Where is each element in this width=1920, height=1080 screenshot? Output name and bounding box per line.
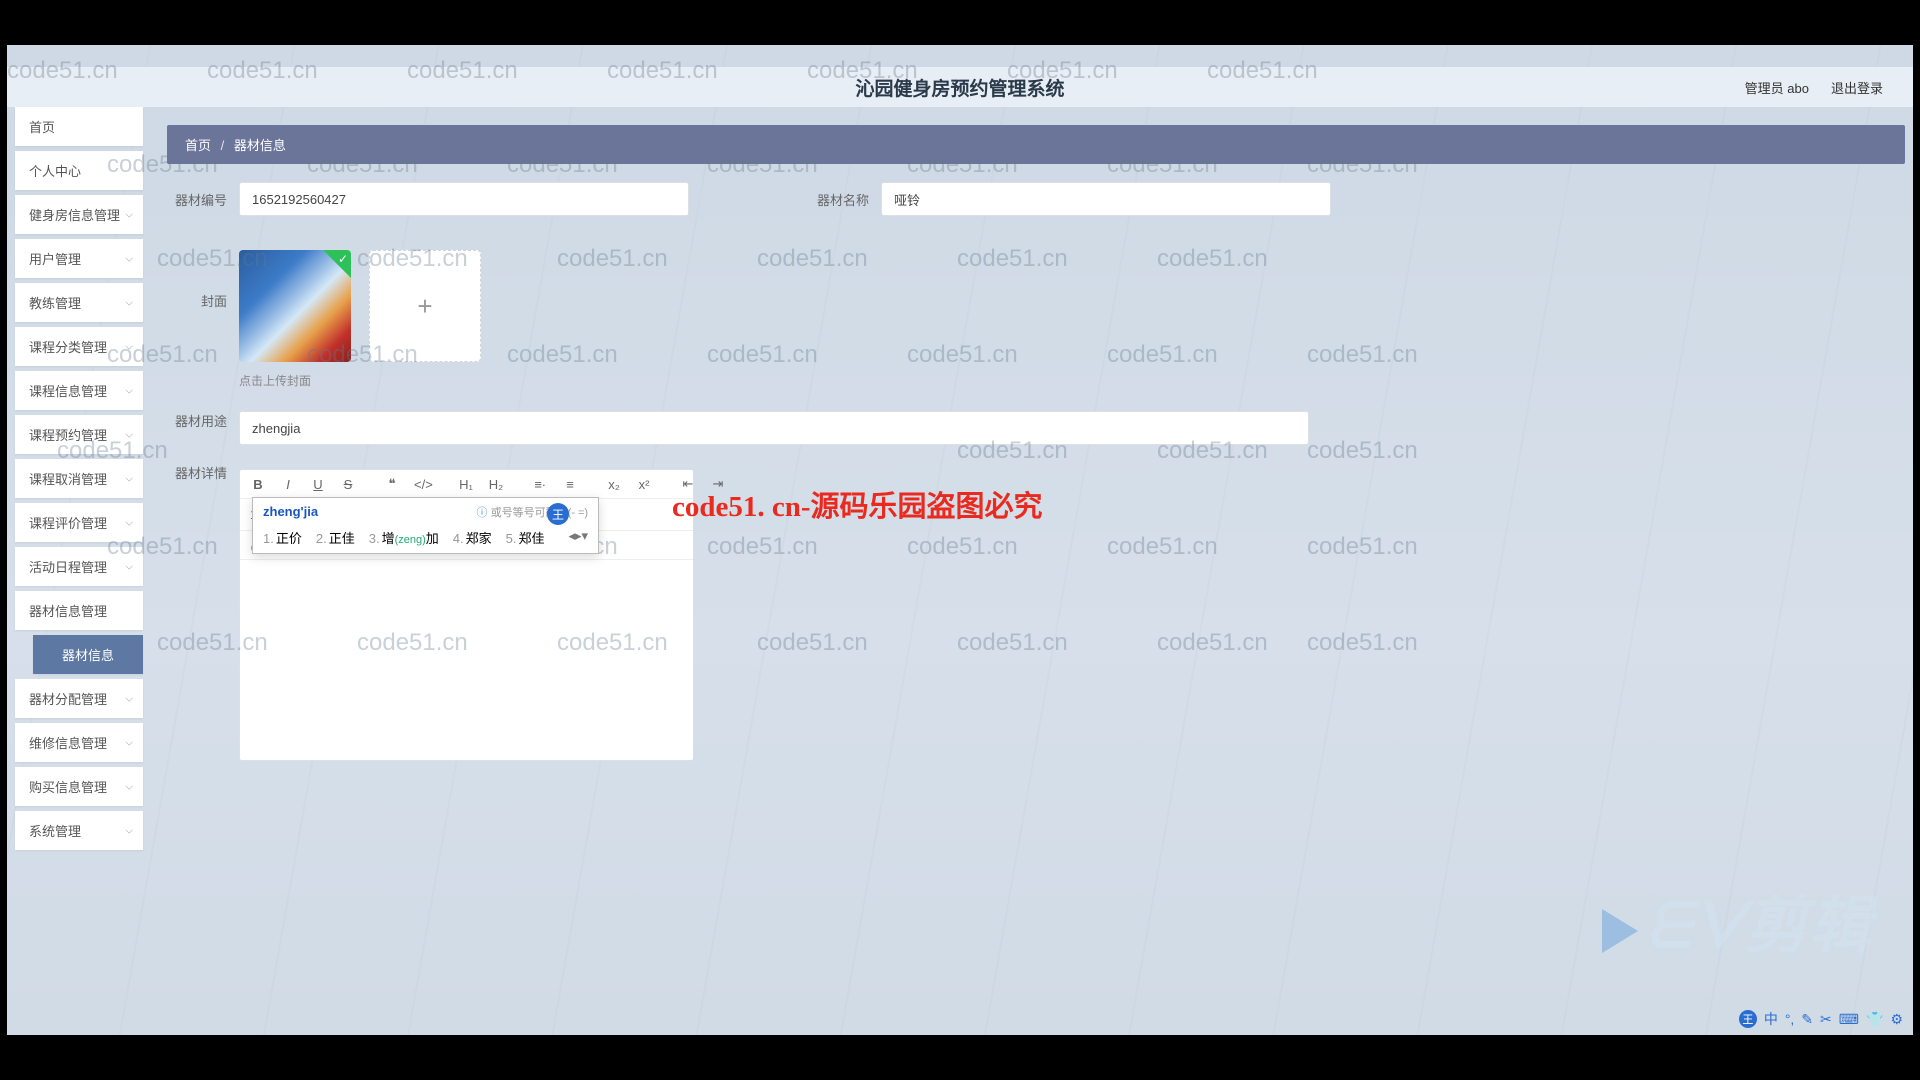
chevron-down-icon: ⌵ (125, 737, 133, 748)
chevron-down-icon: ⌵ (125, 341, 133, 352)
ime-composition: zheng'jia (263, 504, 318, 520)
sidebar-item-maintenance[interactable]: 维修信息管理⌵ (15, 723, 143, 762)
breadcrumb-current: 器材信息 (234, 138, 286, 153)
input-usage[interactable] (239, 411, 1309, 445)
ime-hint: 或号等号可翻页(- =) (477, 504, 589, 520)
chevron-down-icon: ⌵ (125, 385, 133, 396)
bold-button[interactable]: B (250, 477, 266, 492)
admin-label[interactable]: 管理员 abo (1745, 78, 1809, 97)
breadcrumb: 首页 / 器材信息 (167, 125, 1905, 164)
label-equip-name: 器材名称 (809, 190, 869, 209)
app-header: 沁园健身房预约管理系统 管理员 abo 退出登录 (7, 67, 1913, 107)
subscript-button[interactable]: x₂ (606, 477, 622, 492)
ime-candidate-2[interactable]: 2.正佳 (316, 528, 355, 547)
cover-thumbnail[interactable] (239, 250, 351, 362)
ime-page-nav[interactable]: ◂▸▾ (569, 528, 589, 547)
ime-candidate-1[interactable]: 1.正价 (263, 528, 302, 547)
ime-logo-icon: 王 (547, 503, 569, 525)
sidebar-item-coach-manage[interactable]: 教练管理⌵ (15, 283, 143, 322)
ime-candidate-4[interactable]: 4.郑家 (453, 528, 492, 547)
code-button[interactable]: </> (414, 477, 430, 492)
sidebar-item-personal[interactable]: 个人中心 (15, 151, 143, 190)
chevron-down-icon: ⌵ (125, 209, 133, 220)
chevron-down-icon: ⌵ (125, 429, 133, 440)
quote-button[interactable]: ❝ (384, 476, 400, 492)
chevron-down-icon: ⌵ (125, 473, 133, 484)
sidebar-item-equipment-manage[interactable]: 器材信息管理 (15, 591, 143, 630)
h1-button[interactable]: H₁ (458, 477, 474, 492)
ime-tray-logo-icon[interactable]: 王 (1739, 1010, 1757, 1028)
sidebar-item-equipment-assign[interactable]: 器材分配管理⌵ (15, 679, 143, 718)
underline-button[interactable]: U (310, 477, 326, 492)
chevron-down-icon: ⌵ (125, 781, 133, 792)
editor-content[interactable] (240, 560, 693, 760)
breadcrumb-home[interactable]: 首页 (185, 138, 211, 153)
ime-candidate-popup[interactable]: zheng'jia 或号等号可翻页(- =) 1.正价 2.正佳 3.增(zen… (252, 497, 599, 554)
input-equip-name[interactable] (881, 182, 1331, 216)
ul-button[interactable]: ≡ (562, 477, 578, 492)
sidebar-item-purchase[interactable]: 购买信息管理⌵ (15, 767, 143, 806)
sidebar-item-gym-info[interactable]: 健身房信息管理⌵ (15, 195, 143, 234)
sidebar-item-course-cancel[interactable]: 课程取消管理⌵ (15, 459, 143, 498)
input-equip-no[interactable] (239, 182, 689, 216)
chevron-down-icon: ⌵ (125, 253, 133, 264)
ime-edit-icon[interactable]: ✎ (1801, 1011, 1813, 1028)
italic-button[interactable]: I (280, 477, 296, 492)
editor-app-logo: ᗴ⋁剪辑 (1602, 875, 1873, 965)
plus-icon: + (417, 291, 432, 322)
ime-tray[interactable]: 王 中 °, ✎ ✂ ⌨ 👕 ⚙ (1739, 1009, 1903, 1029)
sidebar: 首页 个人中心 健身房信息管理⌵ 用户管理⌵ 教练管理⌵ 课程分类管理⌵ 课程信… (15, 107, 143, 855)
ime-candidate-5[interactable]: 5.郑佳 (506, 528, 545, 547)
ime-lang-icon[interactable]: 中 (1764, 1009, 1778, 1029)
sidebar-home[interactable]: 首页 (15, 107, 143, 146)
ol-button[interactable]: ≡∙ (532, 477, 548, 492)
chevron-down-icon: ⌵ (125, 517, 133, 528)
sidebar-item-system[interactable]: 系统管理⌵ (15, 811, 143, 850)
label-detail: 器材详情 (167, 463, 227, 482)
strike-button[interactable]: S (340, 477, 356, 492)
ime-skin-icon[interactable]: 👕 (1866, 1011, 1883, 1028)
upload-add-button[interactable]: + (369, 250, 481, 362)
app-title: 沁园健身房预约管理系统 (7, 74, 1913, 101)
ime-candidate-3[interactable]: 3.增(zeng)加 (369, 528, 439, 547)
superscript-button[interactable]: x² (636, 477, 652, 492)
sidebar-item-activity-schedule[interactable]: 活动日程管理⌵ (15, 547, 143, 586)
ime-keyboard-icon[interactable]: ⌨ (1839, 1011, 1859, 1028)
sidebar-item-equipment-info[interactable]: 器材信息 (33, 635, 143, 674)
play-icon (1602, 909, 1638, 953)
sidebar-item-course-category[interactable]: 课程分类管理⌵ (15, 327, 143, 366)
check-icon (323, 250, 351, 278)
h2-button[interactable]: H₂ (488, 477, 504, 492)
ime-punct-icon[interactable]: °, (1785, 1011, 1795, 1027)
chevron-down-icon: ⌵ (125, 297, 133, 308)
upload-hint: 点击上传封面 (239, 372, 1905, 389)
sidebar-item-course-info[interactable]: 课程信息管理⌵ (15, 371, 143, 410)
logout-link[interactable]: 退出登录 (1831, 78, 1883, 97)
chevron-down-icon: ⌵ (125, 561, 133, 572)
ime-scissors-icon[interactable]: ✂ (1820, 1011, 1832, 1028)
watermark-warning-text: code51. cn-源码乐园盗图必究 (672, 483, 1043, 525)
sidebar-item-course-review[interactable]: 课程评价管理⌵ (15, 503, 143, 542)
chevron-down-icon: ⌵ (125, 693, 133, 704)
chevron-down-icon: ⌵ (125, 825, 133, 836)
sidebar-item-user-manage[interactable]: 用户管理⌵ (15, 239, 143, 278)
label-usage: 器材用途 (167, 411, 227, 430)
sidebar-item-course-booking[interactable]: 课程预约管理⌵ (15, 415, 143, 454)
label-cover: 封面 (167, 291, 227, 310)
label-equip-no: 器材编号 (167, 190, 227, 209)
ime-settings-icon[interactable]: ⚙ (1890, 1011, 1903, 1028)
